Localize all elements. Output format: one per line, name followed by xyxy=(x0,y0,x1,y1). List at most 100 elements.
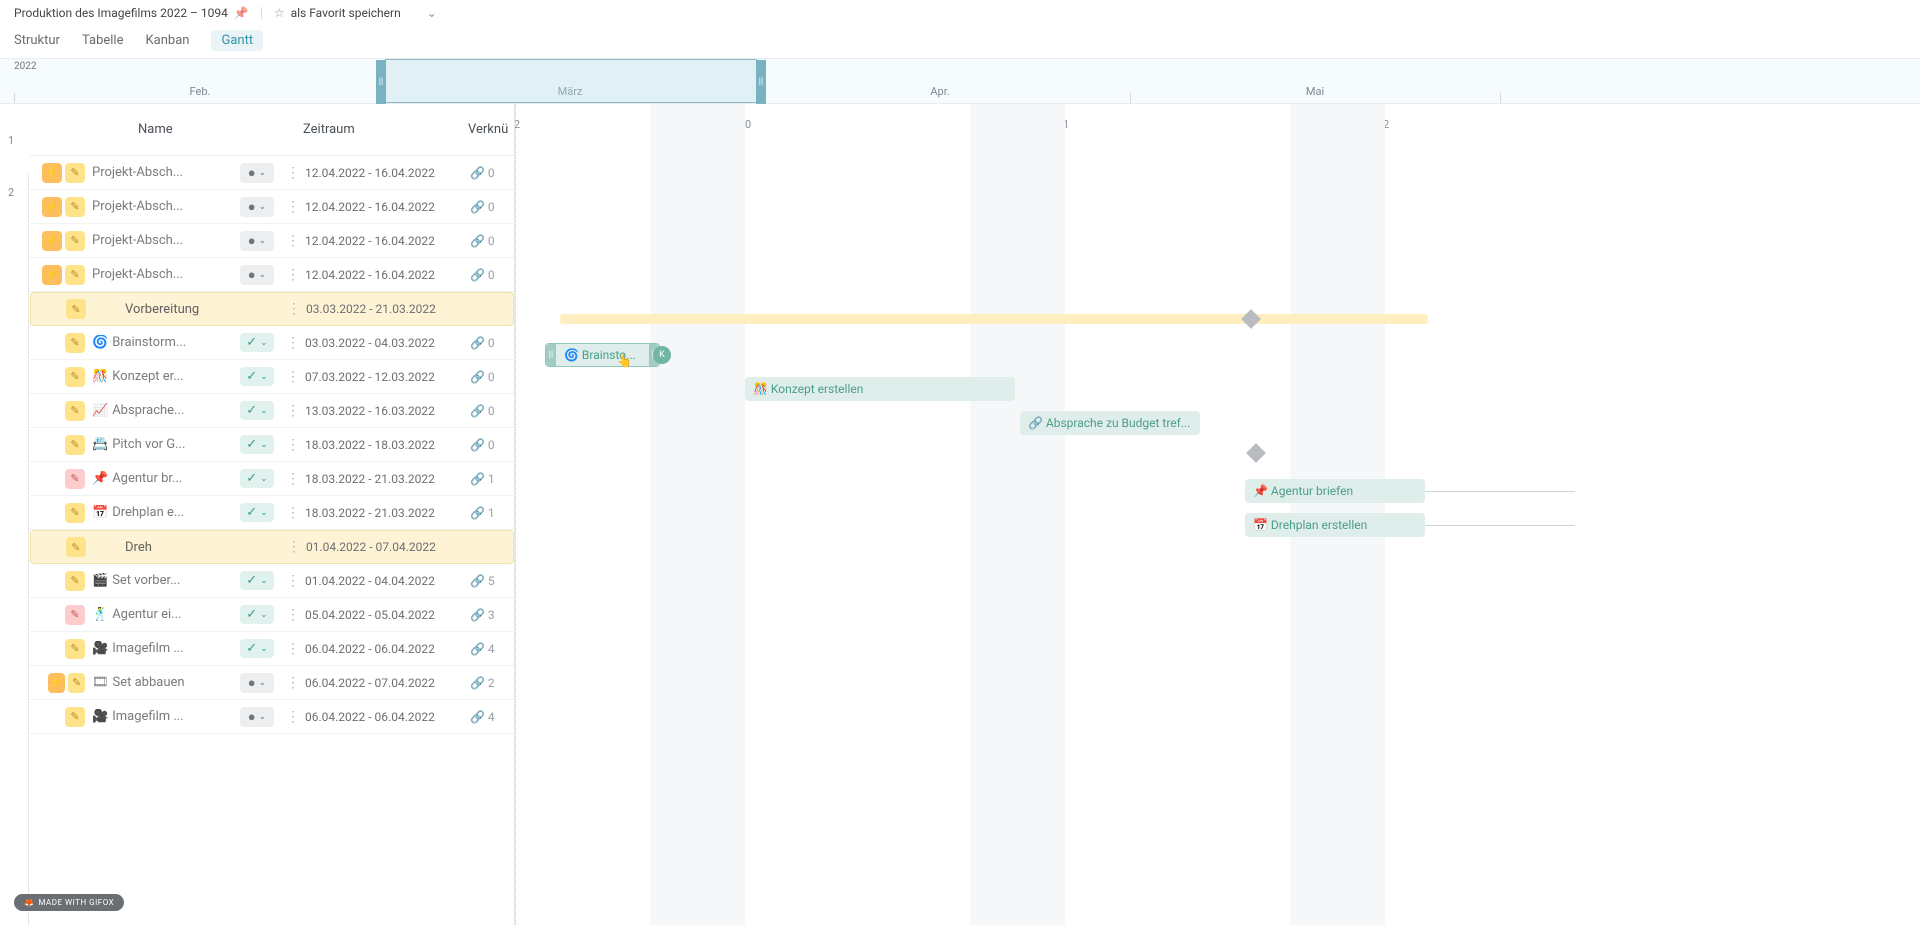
row-name[interactable]: Dreh xyxy=(89,540,241,555)
kebab-icon[interactable]: ⋮ xyxy=(280,437,305,453)
range-handle-right[interactable]: || xyxy=(756,60,766,104)
link-count[interactable]: 🔗 0 xyxy=(470,404,510,418)
link-count[interactable]: 🔗 4 xyxy=(470,642,510,656)
col-verkn[interactable]: Verknü xyxy=(468,122,508,137)
col-zeitraum[interactable]: Zeitraum xyxy=(303,122,468,137)
edit-icon[interactable]: ✎ xyxy=(65,401,85,421)
link-count[interactable]: 🔗 2 xyxy=(470,676,510,690)
edit-icon[interactable]: ✎ xyxy=(65,571,85,591)
edit-icon[interactable]: ✎ xyxy=(65,503,85,523)
row-date[interactable]: 05.04.2022 - 05.04.2022 xyxy=(305,608,470,622)
edit-icon[interactable]: ✎ xyxy=(65,163,85,183)
kebab-icon[interactable]: ⋮ xyxy=(280,199,305,215)
row-name[interactable]: Projekt-Absch... xyxy=(88,199,240,214)
edit-icon[interactable]: ✎ xyxy=(68,673,85,693)
status-dropdown[interactable]: ✓⌄ xyxy=(240,435,274,454)
row-date[interactable]: 13.03.2022 - 16.03.2022 xyxy=(305,404,470,418)
milestone-pitch[interactable] xyxy=(1246,443,1266,463)
row-date[interactable]: 12.04.2022 - 16.04.2022 xyxy=(305,268,470,282)
chevron-down-icon[interactable]: ⌄ xyxy=(427,6,437,20)
task-bar-absprache[interactable]: 🔗 Absprache zu Budget tref... xyxy=(1020,411,1200,435)
status-dropdown[interactable]: ✓⌄ xyxy=(240,469,274,488)
kebab-icon[interactable]: ⋮ xyxy=(280,675,305,691)
row-name[interactable]: Projekt-Absch... xyxy=(88,267,240,282)
table-row[interactable]: ✎📅Drehplan e...✓⌄⋮18.03.2022 - 21.03.202… xyxy=(30,496,514,530)
row-date[interactable]: 12.04.2022 - 16.04.2022 xyxy=(305,166,470,180)
avatar[interactable]: K xyxy=(653,346,671,364)
link-count[interactable]: 🔗 0 xyxy=(470,336,510,350)
row-date[interactable]: 06.04.2022 - 07.04.2022 xyxy=(305,676,470,690)
status-dropdown[interactable]: ●⌄ xyxy=(240,163,274,183)
link-count[interactable]: 🔗 4 xyxy=(470,710,510,724)
link-count[interactable]: 🔗 0 xyxy=(470,268,510,282)
status-dropdown[interactable]: ●⌄ xyxy=(240,231,274,251)
link-count[interactable]: 🔗 0 xyxy=(470,438,510,452)
row-date[interactable]: 18.03.2022 - 18.03.2022 xyxy=(305,438,470,452)
table-row[interactable]: ✎🌀Brainstorm...✓⌄⋮03.03.2022 - 04.03.202… xyxy=(30,326,514,360)
status-dropdown[interactable]: ●⌄ xyxy=(240,707,274,727)
range-handle-left[interactable]: || xyxy=(376,60,386,104)
status-dropdown[interactable]: ✓⌄ xyxy=(240,571,274,590)
row-name[interactable]: 📅Drehplan e... xyxy=(88,505,240,520)
row-name[interactable]: 🎞Set abbauen xyxy=(88,675,240,690)
kebab-icon[interactable]: ⋮ xyxy=(280,335,305,351)
star-icon[interactable]: ☆ xyxy=(274,6,285,20)
row-name[interactable]: Vorbereitung xyxy=(89,302,241,317)
kebab-icon[interactable]: ⋮ xyxy=(280,369,305,385)
status-dropdown[interactable]: ✓⌄ xyxy=(240,503,274,522)
table-row[interactable]: ⚡✎Projekt-Absch...●⌄⋮12.04.2022 - 16.04.… xyxy=(30,258,514,292)
edit-icon[interactable]: ✎ xyxy=(65,231,85,251)
link-count[interactable]: 🔗 0 xyxy=(470,234,510,248)
row-name[interactable]: 🎬Set vorber... xyxy=(88,573,240,588)
table-row[interactable]: ⚡✎🎞Set abbauen●⌄⋮06.04.2022 - 07.04.2022… xyxy=(30,666,514,700)
row-date[interactable]: 01.04.2022 - 07.04.2022 xyxy=(306,540,471,554)
kebab-icon[interactable]: ⋮ xyxy=(280,641,305,657)
kebab-icon[interactable]: ⋮ xyxy=(280,165,305,181)
status-dropdown[interactable]: ✓⌄ xyxy=(240,605,274,624)
row-name[interactable]: 🎥Imagefilm ... xyxy=(88,641,240,656)
row-date[interactable]: 12.04.2022 - 16.04.2022 xyxy=(305,200,470,214)
pin-icon[interactable]: 📌 xyxy=(234,6,249,20)
link-count[interactable]: 🔗 0 xyxy=(470,166,510,180)
table-row[interactable]: ⌃✎Dreh⋮01.04.2022 - 07.04.2022 xyxy=(30,530,514,564)
table-row[interactable]: ⚡✎Projekt-Absch...●⌄⋮12.04.2022 - 16.04.… xyxy=(30,224,514,258)
link-count[interactable]: 🔗 0 xyxy=(470,370,510,384)
group-bar-vorbereitung[interactable] xyxy=(560,314,1428,324)
fav-label[interactable]: als Favorit speichern xyxy=(291,6,401,20)
kebab-icon[interactable]: ⋮ xyxy=(280,709,305,725)
edit-icon[interactable]: ✎ xyxy=(65,435,85,455)
row-name[interactable]: Projekt-Absch... xyxy=(88,165,240,180)
table-row[interactable]: ✎📌Agentur br...✓⌄⋮18.03.2022 - 21.03.202… xyxy=(30,462,514,496)
table-row[interactable]: ⌃✎Vorbereitung⋮03.03.2022 - 21.03.2022 xyxy=(30,292,514,326)
tab-struktur[interactable]: Struktur xyxy=(14,30,60,51)
row-date[interactable]: 06.04.2022 - 06.04.2022 xyxy=(305,642,470,656)
kebab-icon[interactable]: ⋮ xyxy=(281,539,306,555)
kebab-icon[interactable]: ⋮ xyxy=(280,573,305,589)
kebab-icon[interactable]: ⋮ xyxy=(280,471,305,487)
edit-icon[interactable]: ✎ xyxy=(65,197,85,217)
edit-icon[interactable]: ✎ xyxy=(65,265,85,285)
row-name[interactable]: 🎊Konzept er... xyxy=(88,369,240,384)
edit-icon[interactable]: ✎ xyxy=(65,469,85,489)
table-row[interactable]: ⚡✎Projekt-Absch...●⌄⋮12.04.2022 - 16.04.… xyxy=(30,156,514,190)
row-date[interactable]: 18.03.2022 - 21.03.2022 xyxy=(305,472,470,486)
row-name[interactable]: 🎥Imagefilm ... xyxy=(88,709,240,724)
link-count[interactable]: 🔗 5 xyxy=(470,574,510,588)
task-bar-konzept[interactable]: 🎊 Konzept erstellen xyxy=(745,377,1015,401)
row-date[interactable]: 03.03.2022 - 21.03.2022 xyxy=(306,302,471,316)
link-count[interactable]: 🔗 0 xyxy=(470,200,510,214)
table-row[interactable]: ✎🕺Agentur ei...✓⌄⋮05.04.2022 - 05.04.202… xyxy=(30,598,514,632)
status-dropdown[interactable]: ✓⌄ xyxy=(240,639,274,658)
edit-icon[interactable]: ✎ xyxy=(66,299,86,319)
edit-icon[interactable]: ✎ xyxy=(65,367,85,387)
tab-gantt[interactable]: Gantt xyxy=(211,30,263,51)
row-date[interactable]: 01.04.2022 - 04.04.2022 xyxy=(305,574,470,588)
table-row[interactable]: ✎🎬Set vorber...✓⌄ ⋮01.04.2022 - 04.04.202… xyxy=(30,564,514,598)
bar-handle-left[interactable]: || xyxy=(546,344,556,366)
row-name[interactable]: 🌀Brainstorm... xyxy=(88,335,240,350)
row-name[interactable]: 🕺Agentur ei... xyxy=(88,607,240,622)
link-count[interactable]: 🔗 1 xyxy=(470,472,510,486)
kebab-icon[interactable]: ⋮ xyxy=(280,607,305,623)
edit-icon[interactable]: ✎ xyxy=(66,537,86,557)
row-date[interactable]: 07.03.2022 - 12.03.2022 xyxy=(305,370,470,384)
